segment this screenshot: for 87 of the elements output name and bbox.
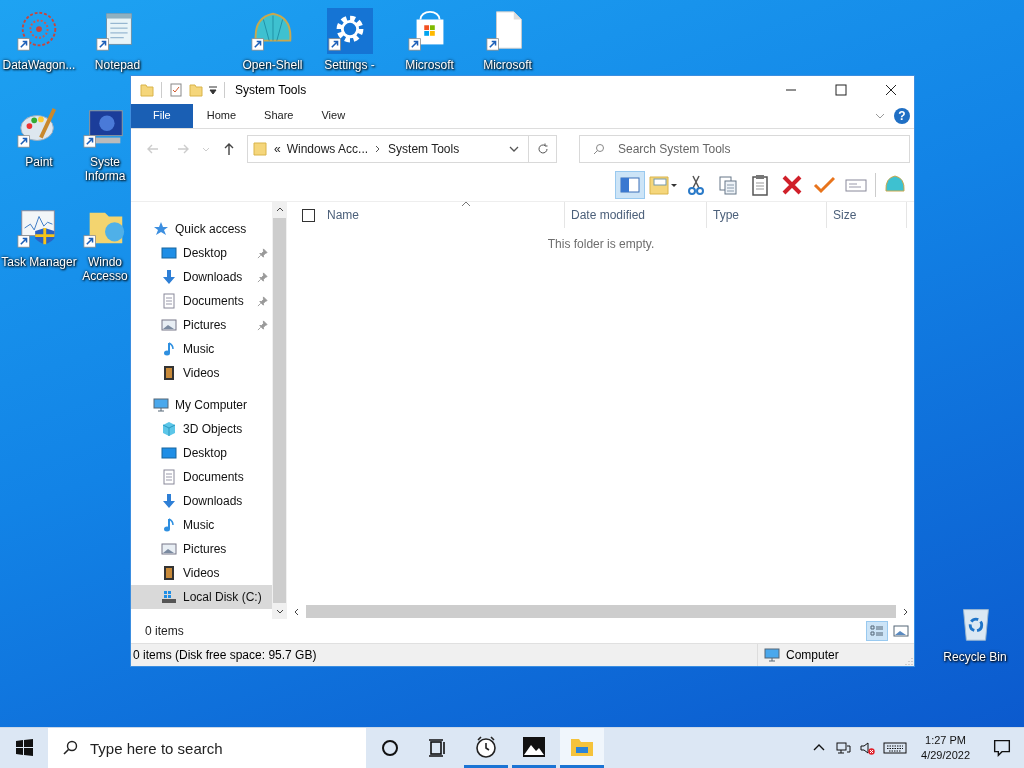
column-header[interactable]: Date modified xyxy=(565,202,707,228)
clock[interactable]: 1:27 PM 4/29/2022 xyxy=(921,733,970,763)
nav-item[interactable]: Local Disk (C:) xyxy=(131,585,272,609)
search-field[interactable]: Search System Tools xyxy=(579,135,910,163)
nav-item[interactable]: 3D Objects xyxy=(131,417,272,441)
pane-icon xyxy=(619,174,641,196)
picture-icon xyxy=(161,541,177,557)
clipboard-icon xyxy=(749,174,771,196)
nav-item[interactable]: Desktop xyxy=(131,241,272,265)
settings-icon xyxy=(326,8,373,54)
dropdown-icon[interactable] xyxy=(208,85,218,95)
network-icon[interactable] xyxy=(835,740,852,756)
new-folder-icon xyxy=(648,174,678,196)
delete-icon xyxy=(781,174,803,196)
music-note-icon xyxy=(161,341,177,357)
column-header[interactable]: Size xyxy=(827,202,907,228)
status-text: 0 items (Disk free space: 95.7 GB) xyxy=(133,648,317,662)
large-icons-view-icon xyxy=(893,623,909,639)
alarm-clock-icon xyxy=(474,734,498,759)
download-arrow-icon xyxy=(161,493,177,509)
pin-icon[interactable] xyxy=(257,295,268,307)
details-view-icon xyxy=(869,623,885,639)
music-note-icon xyxy=(161,517,177,533)
search-icon xyxy=(62,740,78,756)
scissors-icon xyxy=(685,174,707,196)
nav-item[interactable]: Desktop xyxy=(131,441,272,465)
picture-icon xyxy=(161,317,177,333)
toolbar-button[interactable] xyxy=(615,171,645,199)
item-count: 0 items xyxy=(145,624,184,638)
pin-icon[interactable] xyxy=(257,271,268,283)
resize-grip-icon[interactable] xyxy=(904,656,914,666)
taskbar-search-field[interactable]: Type here to search xyxy=(48,728,366,768)
document-icon xyxy=(161,469,177,485)
nav-item[interactable]: Music xyxy=(131,337,272,361)
nav-item[interactable]: Videos xyxy=(131,561,272,585)
copy-icon xyxy=(717,174,739,196)
keyboard-icon[interactable] xyxy=(883,740,908,756)
column-header[interactable]: Name xyxy=(325,202,565,228)
nav-item[interactable]: Downloads xyxy=(131,489,272,513)
nav-item[interactable]: Documents xyxy=(131,289,272,313)
overflow-chevron[interactable]: « xyxy=(274,142,281,156)
breadcrumb[interactable]: Windows Acc... xyxy=(286,142,369,156)
mountains-icon xyxy=(522,734,546,759)
nav-item[interactable]: Downloads xyxy=(131,265,272,289)
desktop-shortcut[interactable]: Recycle Bin xyxy=(935,600,1015,664)
nav-item[interactable]: Quick access xyxy=(131,217,272,241)
breadcrumb[interactable]: System Tools xyxy=(388,142,460,156)
ribbon-tab[interactable]: File xyxy=(131,104,193,128)
empty-message: This folder is empty. xyxy=(546,237,656,251)
nav-item[interactable]: Videos xyxy=(131,361,272,385)
nav-item[interactable]: Pictures xyxy=(131,537,272,561)
sort-caret-icon xyxy=(461,201,471,207)
nav-item[interactable]: Music xyxy=(131,513,272,537)
desktop-icon xyxy=(161,445,177,461)
refresh-icon xyxy=(536,143,549,155)
monitor-icon xyxy=(764,647,780,663)
refresh-button[interactable] xyxy=(529,135,557,163)
nav-item[interactable]: My Computer xyxy=(131,393,272,417)
folder-icon xyxy=(252,141,268,157)
film-icon xyxy=(161,365,177,381)
help-button[interactable]: ? xyxy=(894,108,910,124)
star-icon xyxy=(153,221,169,237)
document-icon xyxy=(161,293,177,309)
properties-icon[interactable] xyxy=(168,82,184,98)
view-button[interactable] xyxy=(866,621,888,641)
search-icon xyxy=(593,143,605,155)
vertical-scrollbar[interactable] xyxy=(272,202,287,619)
pin-icon[interactable] xyxy=(257,319,268,331)
ribbon-tab[interactable]: Home xyxy=(192,104,251,128)
nav-item[interactable]: Documents xyxy=(131,465,272,489)
drive-icon xyxy=(161,589,177,605)
column-header[interactable]: Type xyxy=(707,202,827,228)
ribbon-tab[interactable]: Share xyxy=(250,104,308,128)
pin-icon[interactable] xyxy=(257,247,268,259)
status-location: Computer xyxy=(786,648,839,662)
monitor-icon xyxy=(153,397,169,413)
address-bar[interactable]: « Windows Acc... System Tools xyxy=(247,135,529,163)
desktop-icon xyxy=(161,245,177,261)
window-title: System Tools xyxy=(235,83,307,97)
select-all-checkbox[interactable] xyxy=(302,208,315,222)
film-icon xyxy=(161,565,177,581)
checkmark-icon xyxy=(813,174,835,196)
download-arrow-icon xyxy=(161,269,177,285)
speaker-muted-icon[interactable] xyxy=(859,740,876,756)
cube-icon xyxy=(161,421,177,437)
ribbon-tab[interactable]: View xyxy=(307,104,360,128)
nav-item[interactable]: Pictures xyxy=(131,313,272,337)
